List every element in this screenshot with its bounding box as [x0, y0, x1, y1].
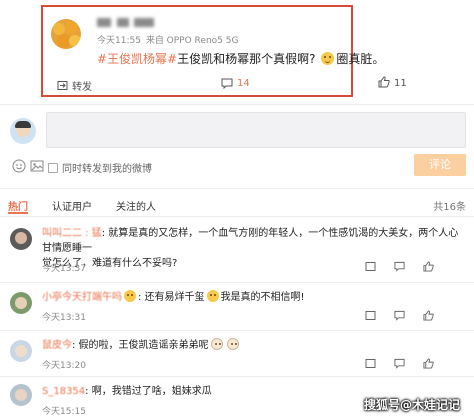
comment-time: 今天13:37 [42, 264, 86, 274]
post-card: 今天11:55 来自 OPPO Reno5 5G #王俊凯杨幂#王俊凯和杨幂那个… [41, 5, 384, 97]
divider [0, 188, 474, 189]
tab-following[interactable]: 关注的人 [116, 198, 156, 213]
comment-count: 14 [237, 78, 250, 89]
thumbs-up-icon[interactable] [423, 310, 434, 324]
comment-total: 共16条 [433, 202, 466, 213]
thumbs-up-icon[interactable] [423, 261, 434, 275]
divider [0, 216, 474, 217]
comment-button[interactable]: 14 [221, 78, 250, 89]
watermark: 搜狐号@木娃记记 [364, 398, 461, 412]
comment-content: 鼠皮今: 假的啦，王俊凯造谣亲弟弟呢 [42, 338, 462, 353]
post-content: #王俊凯杨幂#王俊凯和杨幂那个真假啊? 圈真脏。 [97, 50, 384, 67]
commenter-name[interactable]: 叫叫二二 : 猛 [42, 226, 102, 241]
post-text-tail: 圈真脏。 [336, 52, 385, 66]
comment-time: 今天13:20 [42, 361, 86, 371]
commenter-avatar[interactable] [10, 384, 32, 406]
comment-text: : 就算是真的又怎样，一个血气方刚的年轻人，一个性感饥渴的大美女，两个人心甘情愿… [42, 228, 459, 254]
active-tab-indicator [8, 212, 28, 214]
post-author-name-blurred[interactable] [97, 17, 167, 29]
post-source: 来自 OPPO Reno5 5G [145, 36, 239, 46]
comment-text: : 假的啦，王俊凯造谣亲弟弟呢 [72, 340, 209, 351]
commenter-avatar[interactable] [10, 292, 32, 314]
comment-icon [221, 78, 233, 89]
comment-text: : 还有易烊千玺 [138, 292, 205, 303]
post-time: 今天11:55 [97, 36, 141, 46]
commenter-name[interactable]: S_18354 [42, 384, 85, 399]
tab-verified-users[interactable]: 认证用户 [52, 198, 92, 213]
comment-actions [365, 358, 434, 372]
divider [0, 104, 474, 105]
repost-icon [57, 80, 68, 91]
post-hashtag[interactable]: #王俊凯杨幂# [97, 52, 177, 66]
repost-too-label: 同时转发到我的微博 [62, 164, 152, 175]
comment-input[interactable] [46, 112, 466, 148]
like-count: 11 [394, 78, 407, 89]
comment-filter-tabs: 热门 认证用户 关注的人 共16条 [0, 198, 474, 214]
smile-emoji-icon [124, 290, 136, 302]
repost-button[interactable]: 转发 [57, 78, 92, 93]
post-meta: 今天11:55 来自 OPPO Reno5 5G [97, 33, 238, 46]
divider [0, 330, 474, 331]
submit-comment-button[interactable]: 评论 [414, 154, 466, 176]
image-upload-icon[interactable] [30, 159, 44, 176]
comment-actions [365, 310, 434, 324]
divider [0, 376, 474, 377]
tab-hot[interactable]: 热门 [8, 198, 28, 213]
like-button[interactable]: 11 [378, 76, 407, 91]
post-actions: 转发 14 [43, 75, 351, 95]
repost-label: 转发 [72, 82, 92, 93]
post-author-avatar[interactable] [51, 19, 81, 49]
post-text: 王俊凯和杨幂那个真假啊? [177, 52, 316, 66]
repost-icon[interactable] [365, 358, 376, 372]
commenter-name[interactable]: 小亭今天打端午吗 [42, 290, 122, 305]
thumbs-up-icon [378, 76, 390, 91]
comment-text-tail: 我是真的不相信啊! [220, 292, 305, 303]
comment-time: 今天13:31 [42, 313, 86, 323]
sheep-emoji-icon [226, 338, 239, 350]
repost-too-checkbox[interactable] [48, 162, 58, 173]
reply-icon[interactable] [394, 310, 405, 324]
repost-too-option[interactable]: 同时转发到我的微博 [48, 160, 152, 175]
crying-emoji-icon [321, 52, 335, 65]
repost-icon[interactable] [365, 310, 376, 324]
comment-content: 小亭今天打端午吗 : 还有易烊千玺 我是真的不相信啊! [42, 290, 462, 305]
reply-icon[interactable] [394, 358, 405, 372]
comment-text: : 啊，我错过了啥，姐妹求瓜 [85, 386, 212, 397]
repost-icon[interactable] [365, 261, 376, 275]
commenter-avatar[interactable] [10, 228, 32, 250]
thumbs-up-icon[interactable] [423, 358, 434, 372]
sheep-emoji-icon [210, 338, 223, 350]
laugh-emoji-icon [206, 290, 219, 302]
comment-actions [365, 261, 434, 275]
emoji-picker-icon[interactable] [12, 159, 26, 176]
divider [0, 282, 474, 283]
reply-icon[interactable] [394, 261, 405, 275]
commenter-name[interactable]: 鼠皮今 [42, 338, 72, 353]
current-user-avatar[interactable] [10, 118, 36, 144]
comment-time: 今天15:15 [42, 407, 86, 417]
commenter-avatar[interactable] [10, 340, 32, 362]
